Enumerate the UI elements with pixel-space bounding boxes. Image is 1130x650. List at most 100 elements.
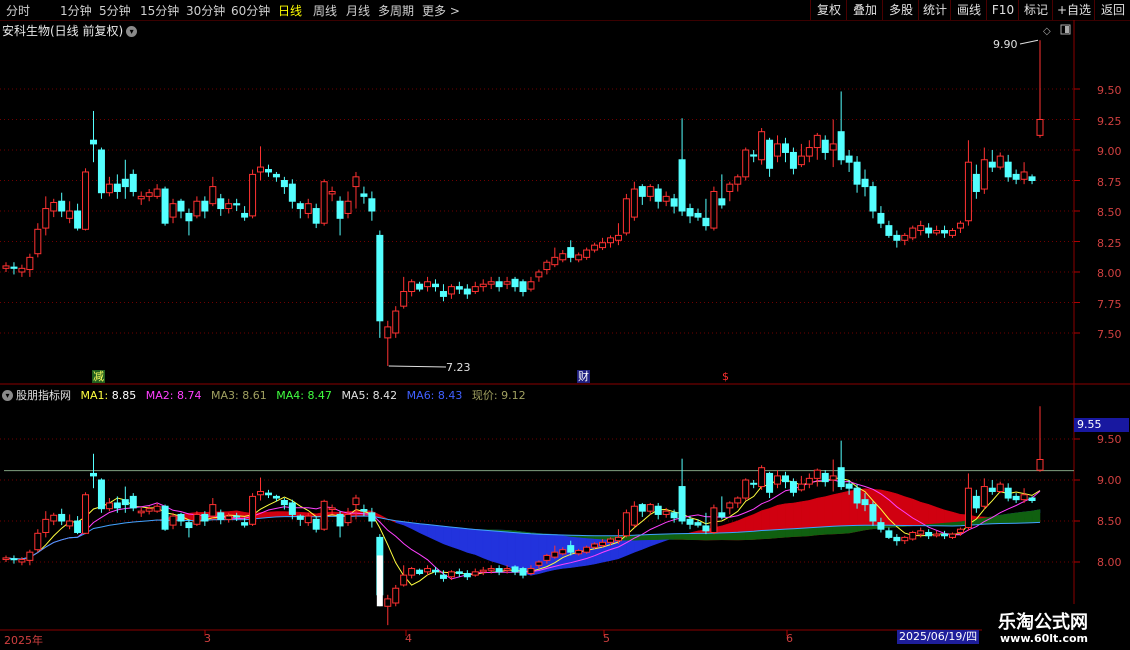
main-y-tick: 8.50	[1097, 206, 1122, 219]
main-candle-body	[853, 161, 861, 185]
ma-ribbon-short	[482, 529, 492, 562]
ma-ribbon-long	[817, 526, 826, 536]
main-candle-body	[646, 186, 654, 197]
event-marker-reduce[interactable]: 减	[92, 370, 105, 383]
main-candle-body	[758, 131, 766, 161]
main-candle-body	[956, 222, 964, 229]
main-candle-body	[1012, 173, 1020, 180]
main-candle-body	[153, 188, 161, 197]
sub-candle-body	[2, 557, 10, 561]
main-candle-body	[34, 228, 42, 255]
highlight-bar	[376, 555, 383, 607]
ma-ribbon-long	[665, 533, 675, 540]
sub-candle-body	[901, 536, 909, 542]
sub-candle-body	[686, 518, 694, 525]
main-candle-body	[479, 283, 487, 288]
x-axis-label: 3	[204, 632, 211, 645]
ma-ribbon-long	[1007, 512, 1017, 524]
main-candle-body	[280, 180, 288, 188]
ma-ribbon-short	[490, 529, 500, 564]
main-candle-body	[26, 256, 34, 271]
main-candle-body	[774, 143, 782, 157]
kline-chart[interactable]: ◇	[0, 0, 1130, 650]
low-price-label: 7.23	[446, 361, 471, 374]
ma-ribbon-long	[697, 533, 707, 541]
main-candle-body	[1036, 119, 1044, 136]
main-candle-body	[909, 227, 917, 239]
sub-candle-body	[630, 505, 638, 526]
main-candle-body	[996, 155, 1004, 168]
sub-candle-body	[766, 472, 774, 493]
ma-ribbon-short	[920, 501, 929, 526]
main-candle-body	[241, 212, 249, 218]
main-candle-body	[360, 193, 368, 197]
main-candle-body	[408, 281, 416, 293]
ma-ribbon-short	[498, 529, 508, 567]
main-candle-body	[137, 195, 145, 200]
main-candle-body	[742, 149, 750, 178]
ma-ribbon-short	[642, 539, 651, 550]
main-y-tick: 9.00	[1097, 145, 1122, 158]
main-y-tick: 9.25	[1097, 115, 1122, 128]
main-candle-body	[105, 183, 113, 194]
ma-ribbon-short	[475, 529, 484, 559]
current-price-legend: 现价: 9.12	[471, 389, 526, 402]
ma-ribbon-long	[650, 534, 659, 540]
diamond-icon: ◇	[1043, 26, 1051, 37]
sub-candle-body	[893, 536, 901, 542]
main-candle-body	[630, 188, 638, 218]
event-marker-finance[interactable]: 财	[577, 370, 590, 383]
main-y-tick: 8.00	[1097, 267, 1122, 280]
sub-candle-body	[646, 504, 654, 512]
main-candle-body	[654, 188, 662, 202]
ma-ribbon-short	[657, 539, 667, 544]
ma-ribbon-long	[761, 529, 770, 540]
x-axis-label: 2025年	[4, 634, 43, 647]
sub-candle-body	[384, 598, 392, 607]
main-candle-body	[638, 186, 646, 197]
main-candle-body	[710, 190, 718, 229]
indicator-legend: ▾ 股朋指标网 MA1: 8.85 MA2: 8.74 MA3: 8.61 MA4…	[2, 387, 532, 403]
ma-ribbon-long	[745, 530, 754, 541]
sub-candle-body	[535, 561, 543, 566]
sub-candle-body	[742, 479, 750, 499]
sub-candle-body	[622, 512, 630, 537]
main-candle-body	[416, 283, 424, 290]
indicator-name[interactable]: 股朋指标网	[16, 389, 71, 402]
sub-candle-body	[201, 513, 209, 522]
sub-candle-body	[758, 467, 766, 488]
ma2-legend: MA2: 8.74	[145, 389, 202, 402]
main-y-tick: 7.75	[1097, 298, 1122, 311]
ma-ribbon-long	[705, 532, 715, 541]
main-y-tick: 8.75	[1097, 176, 1122, 189]
sub-candle-body	[949, 533, 957, 538]
main-candle-body	[185, 212, 193, 222]
site-url: www.60lt.com	[1000, 632, 1089, 645]
main-candle-body	[249, 173, 257, 217]
sub-candle-body	[42, 518, 50, 533]
main-candle-body	[821, 139, 829, 153]
sub-candle-body	[567, 545, 575, 553]
main-candle-body	[344, 200, 352, 214]
ma-ribbon-long	[713, 532, 723, 541]
chevron-down-icon[interactable]: ▾	[2, 390, 13, 401]
ma-ribbon-long	[801, 527, 810, 537]
sub-candle-body	[551, 551, 559, 558]
sub-candle-body	[26, 551, 34, 561]
sub-candle-body	[455, 571, 463, 574]
main-candle-body	[384, 326, 392, 339]
main-candle-body	[368, 198, 376, 212]
sub-candle-body	[304, 515, 312, 524]
event-marker-dollar[interactable]: $	[722, 370, 729, 383]
ma-ribbon-long	[721, 532, 731, 541]
sub-candle-body	[34, 532, 42, 551]
sub-candle-body	[750, 482, 758, 485]
main-candle-body	[264, 169, 272, 173]
main-candle-body	[161, 188, 169, 224]
sub-candle-body	[400, 574, 408, 586]
ma-ribbon-short	[443, 526, 452, 548]
ma-ribbon-long	[657, 533, 667, 540]
main-candle-body	[169, 203, 177, 218]
ma-ribbon-short	[634, 539, 643, 553]
sub-candle-body	[233, 515, 241, 518]
